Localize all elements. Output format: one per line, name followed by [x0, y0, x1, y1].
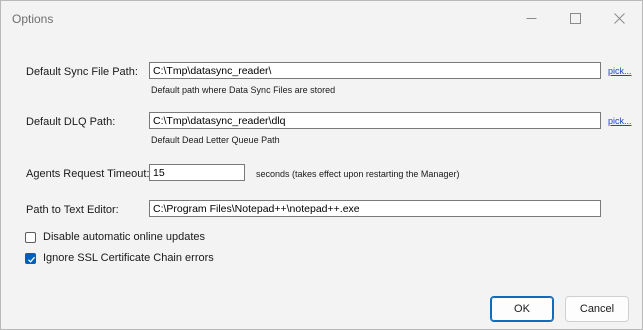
ignore-ssl-label: Ignore SSL Certificate Chain errors: [43, 252, 214, 264]
window-title: Options: [12, 12, 54, 26]
sync-path-hint: Default path where Data Sync Files are s…: [151, 85, 336, 95]
maximize-icon: [570, 13, 581, 24]
cancel-button[interactable]: Cancel: [565, 296, 629, 322]
disable-updates-checkbox[interactable]: Disable automatic online updates: [25, 231, 205, 243]
ok-button[interactable]: OK: [490, 296, 554, 322]
minimize-button[interactable]: [509, 1, 553, 35]
sync-path-input[interactable]: [149, 62, 601, 79]
options-dialog: Options Default Sync File Path: pick... …: [0, 0, 643, 330]
sync-path-label: Default Sync File Path:: [26, 66, 138, 78]
close-icon: [614, 13, 625, 24]
close-button[interactable]: [597, 1, 641, 35]
dlq-path-label: Default DLQ Path:: [26, 116, 116, 128]
maximize-button[interactable]: [553, 1, 597, 35]
checkmark-icon: [28, 256, 36, 263]
timeout-input[interactable]: [149, 164, 245, 181]
timeout-suffix: seconds (takes effect upon restarting th…: [256, 169, 460, 179]
dlq-path-input[interactable]: [149, 112, 601, 129]
dlq-path-hint: Default Dead Letter Queue Path: [151, 135, 280, 145]
dlq-path-pick-link[interactable]: pick...: [608, 116, 632, 126]
minimize-icon: [526, 18, 537, 19]
checked-box-icon: [25, 252, 36, 264]
editor-path-input[interactable]: [149, 200, 601, 217]
disable-updates-label: Disable automatic online updates: [43, 231, 206, 243]
unchecked-box-icon: [25, 231, 36, 243]
ignore-ssl-checkbox[interactable]: Ignore SSL Certificate Chain errors: [25, 252, 214, 264]
title-bar[interactable]: Options: [1, 1, 642, 35]
sync-path-pick-link[interactable]: pick...: [608, 66, 632, 76]
editor-label: Path to Text Editor:: [26, 204, 119, 216]
timeout-label: Agents Request Timeout:: [26, 168, 150, 180]
